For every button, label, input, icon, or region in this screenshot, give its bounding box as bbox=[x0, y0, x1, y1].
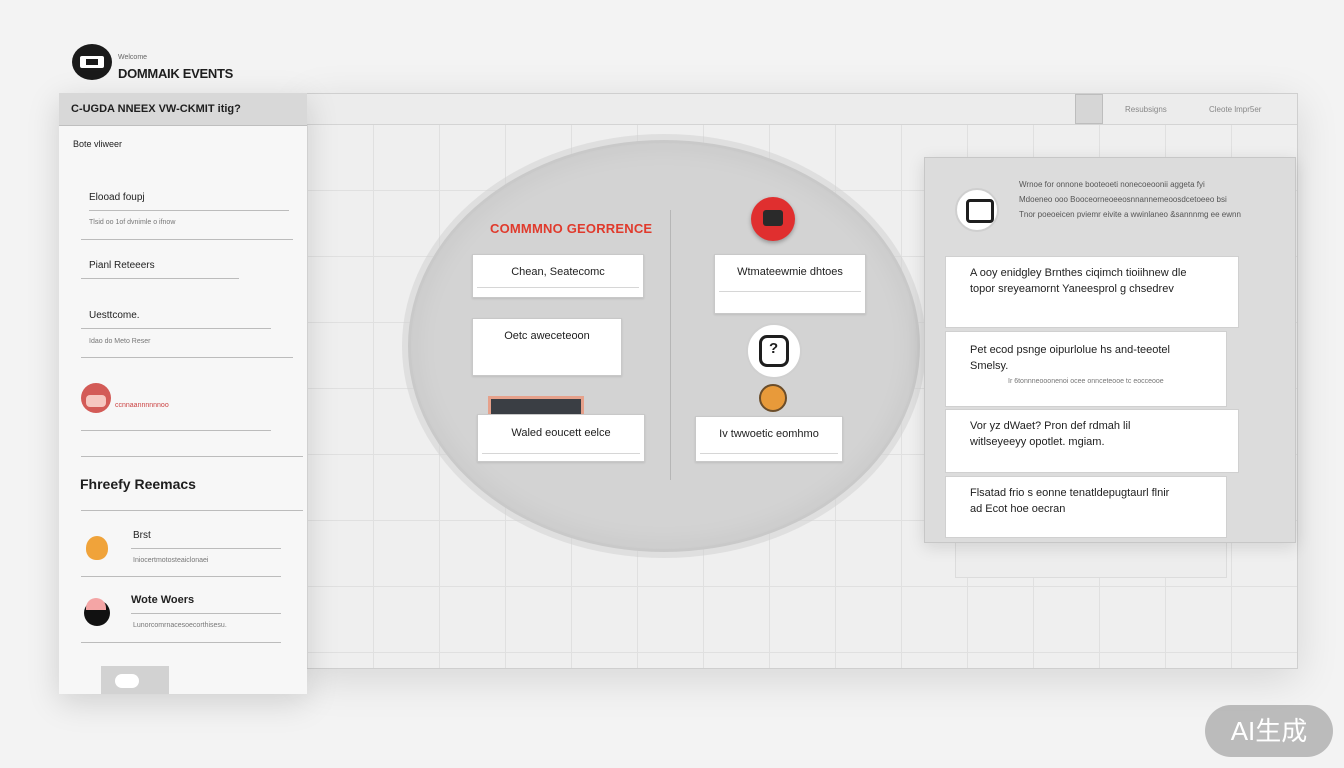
divider bbox=[719, 291, 861, 292]
avatar bbox=[86, 536, 108, 560]
card-text: Smelsy. bbox=[970, 360, 1009, 372]
divider bbox=[81, 642, 281, 643]
sidebar-item-detail: Iniocertmotosteaiclonaei bbox=[133, 557, 209, 564]
brand-title: DOMMAIK EVENTS bbox=[118, 66, 233, 81]
card-text: ad Ecot hoe oecran bbox=[970, 503, 1066, 515]
divider bbox=[81, 278, 239, 279]
sidebar-item-label: Pianl Reteeers bbox=[89, 260, 155, 271]
top-toolbar: Resubsigns Cleote lmpr5er bbox=[307, 94, 1297, 125]
avatar bbox=[84, 598, 110, 626]
sidebar-item-detail: Lunorcomrnacesoecorthisesu. bbox=[133, 622, 227, 629]
panel-card-2[interactable]: Pet ecod psnge oipurlolue hs and-teeotel… bbox=[945, 331, 1227, 407]
divider bbox=[81, 510, 303, 511]
diagram-divider bbox=[670, 210, 671, 480]
card-text: topor sreyeamornt Yaneesprol g chsedrev bbox=[970, 283, 1174, 295]
card-label: Iv twwoetic eomhmo bbox=[719, 428, 819, 440]
status-dot-icon bbox=[759, 384, 787, 412]
sidebar-footer-button[interactable] bbox=[101, 666, 169, 694]
sidebar: C-UGDA NNEEX VW-CKMIT itig? Bote vliweer… bbox=[59, 93, 307, 694]
divider bbox=[131, 548, 281, 549]
sidebar-item-label: Uesttcome. bbox=[89, 310, 140, 321]
sidebar-subheader: Bote vliweer bbox=[73, 139, 123, 149]
lock-button[interactable] bbox=[746, 323, 802, 379]
card-text: Pet ecod psnge oipurlolue hs and-teeotel bbox=[970, 344, 1170, 356]
card-detail: Ir 6tonnneooonenoi ocee onnceteooe tc eo… bbox=[1008, 378, 1164, 385]
divider bbox=[700, 453, 838, 454]
lock-icon bbox=[759, 335, 789, 367]
details-panel: Wrnoe for onnone booteoeti nonecoeoonii … bbox=[924, 157, 1296, 543]
panel-description: Wrnoe for onnone booteoeti nonecoeoonii … bbox=[1019, 180, 1205, 189]
diagram-card-1[interactable]: Chean, Seatecomc bbox=[472, 254, 644, 298]
toolbar-link-1[interactable]: Resubsigns bbox=[1125, 105, 1167, 114]
sidebar-item-detail: ccnnaannnnnnoo bbox=[115, 402, 169, 409]
card-text: A ooy enidgley Brnthes ciqimch tioiihnew… bbox=[970, 267, 1187, 279]
ai-generated-watermark: AI生成 bbox=[1205, 705, 1333, 757]
diagram-card-3[interactable]: Waled eoucett eelce bbox=[477, 414, 645, 462]
sidebar-item-label: Brst bbox=[133, 530, 151, 541]
diagram-title: COMMMNO GEORRENCE bbox=[490, 221, 653, 236]
divider bbox=[81, 456, 303, 457]
divider bbox=[81, 357, 293, 358]
divider bbox=[81, 430, 271, 431]
sidebar-header: C-UGDA NNEEX VW-CKMIT itig? bbox=[59, 93, 307, 126]
panel-card-3[interactable]: Vor yz dWaet? Pron def rdmah lil witlsey… bbox=[945, 409, 1239, 473]
sidebar-item-detail: Idao do Meto Reser bbox=[89, 338, 151, 345]
divider bbox=[81, 576, 281, 577]
divider bbox=[482, 453, 640, 454]
record-button-icon[interactable] bbox=[751, 197, 795, 241]
card-text: Flsatad frio s eonne tenatldepugtaurl fl… bbox=[970, 487, 1170, 499]
sidebar-item-label: Wote Woers bbox=[131, 594, 195, 606]
diagram-card-4[interactable]: Wtmateewmie dhtoes bbox=[714, 254, 866, 314]
divider bbox=[477, 287, 639, 288]
section-title: Fhreefy Reemacs bbox=[80, 476, 196, 492]
card-label: Chean, Seatecomc bbox=[511, 266, 605, 278]
divider bbox=[81, 328, 271, 329]
card-label: Oetc aweceteoon bbox=[504, 330, 590, 342]
panel-description: Tnor poeoeicen pviemr eivite a wwinlaneo… bbox=[1019, 210, 1241, 219]
diagram-card-2[interactable]: Oetc aweceteoon bbox=[472, 318, 622, 376]
panel-shadow-card bbox=[955, 540, 1227, 578]
brand-subtitle: Welcome bbox=[118, 54, 148, 61]
dark-tab bbox=[488, 396, 584, 414]
sidebar-header-title: C-UGDA NNEEX VW-CKMIT itig? bbox=[71, 103, 241, 115]
sidebar-item-detail: Tlsid oo 1of dvnimle o ifnow bbox=[89, 219, 176, 226]
toolbar-link-2[interactable]: Cleote lmpr5er bbox=[1209, 105, 1261, 114]
card-label: Waled eoucett eelce bbox=[511, 427, 611, 439]
divider bbox=[89, 210, 289, 211]
divider bbox=[131, 613, 281, 614]
card-text: witlseyeeyy opotlet. mgiam. bbox=[970, 436, 1105, 448]
avatar bbox=[81, 383, 111, 413]
card-label: Wtmateewmie dhtoes bbox=[737, 266, 843, 278]
panel-description: Mdoeneo ooo Booceorneoeeosnnannemeoosdce… bbox=[1019, 195, 1227, 204]
diagram-card-5[interactable]: Iv twwoetic eomhmo bbox=[695, 416, 843, 462]
logo-icon bbox=[72, 44, 112, 80]
card-text: Vor yz dWaet? Pron def rdmah lil bbox=[970, 420, 1131, 432]
sidebar-item-label: Elooad foupj bbox=[89, 192, 145, 203]
panel-card-1[interactable]: A ooy enidgley Brnthes ciqimch tioiihnew… bbox=[945, 256, 1239, 328]
toolbar-square-button[interactable] bbox=[1075, 94, 1103, 124]
panel-card-4[interactable]: Flsatad frio s eonne tenatldepugtaurl fl… bbox=[945, 476, 1227, 538]
divider bbox=[81, 239, 293, 240]
brand: Welcome DOMMAIK EVENTS bbox=[72, 44, 312, 84]
device-icon bbox=[955, 188, 999, 232]
